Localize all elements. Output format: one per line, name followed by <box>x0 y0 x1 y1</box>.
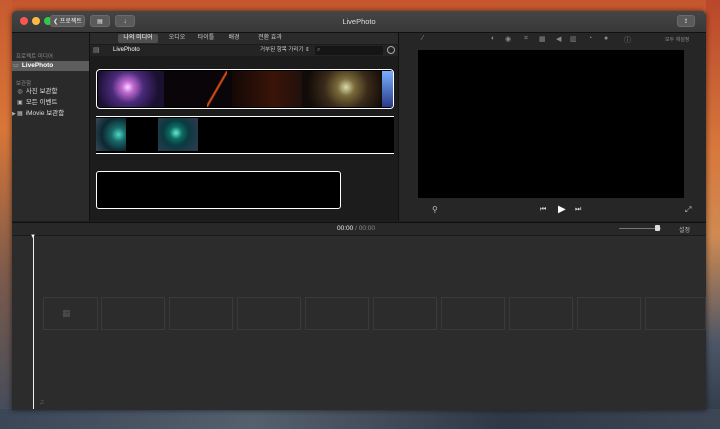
clip-filter-icon[interactable]: ● <box>604 35 608 42</box>
star-icon: ▣ <box>17 100 23 106</box>
timeline-bar: 00:00 / 00:00 설정 <box>12 223 706 236</box>
share-icon: ⇪ <box>683 19 689 25</box>
sidebar-item-label: 모든 이벤트 <box>25 99 58 106</box>
viewer-toolbar: ⁄ ◐ ◉ ⌗ ▦ ◀ ▥ ◔ ● ⓘ 모두 재설정 <box>399 33 706 45</box>
search-field[interactable]: ⌕ <box>315 46 383 55</box>
window-title: LivePhoto <box>342 17 376 26</box>
stabilization-icon[interactable]: ▦ <box>539 35 546 43</box>
sidebar-item-label: LivePhoto <box>21 62 54 69</box>
clip-thumbnail <box>158 118 198 151</box>
updown-chevron-icon: ⇕ <box>305 47 310 53</box>
reset-all-button[interactable]: 모두 재설정 <box>665 36 689 43</box>
noise-reduction-icon[interactable]: ▥ <box>570 35 577 43</box>
imovie-window: ❮ 프로젝트 ▤ ↓ LivePhoto ⇪ 프로젝트 미디어 ▭ LivePh… <box>12 11 706 410</box>
timeline-placeholder: ▦ <box>43 297 98 330</box>
library-title: LivePhoto <box>113 47 140 53</box>
fullscreen-icon[interactable]: ⤢ <box>685 205 691 215</box>
filter-label: 거부된 항목 가리기 <box>260 47 304 53</box>
timeline-placeholder <box>169 297 233 330</box>
timeline-placeholder <box>577 297 641 330</box>
clip-thumbnail <box>382 71 393 107</box>
clip-thumbnail <box>98 71 164 107</box>
desktop-bottom <box>0 409 720 429</box>
sidebar: 프로젝트 미디어 ▭ LivePhoto 보관함 ◎ 사진 보관함 ▣ 모든 이… <box>12 33 90 221</box>
sidebar-item-project[interactable]: ▭ LivePhoto <box>12 61 89 71</box>
library-bar: ▤ LivePhoto 거부된 항목 가리기 ⇕ ⌕ <box>90 45 398 56</box>
sidebar-item-label: 사진 보관함 <box>25 88 58 95</box>
sidebar-item-photos-library[interactable]: ◎ 사진 보관함 <box>16 87 93 97</box>
timeline-placeholder <box>645 297 706 330</box>
sidebar-section-project-media: 프로젝트 미디어 <box>16 54 53 60</box>
zoom-slider-knob[interactable] <box>655 225 660 231</box>
desktop-right <box>706 0 720 429</box>
time-separator: / <box>355 225 357 232</box>
clip-thumbnail <box>207 71 227 107</box>
timeline-placeholder <box>237 297 301 330</box>
tab-audio[interactable]: 오디오 <box>165 34 189 43</box>
music-note-icon: ♫ <box>39 399 45 406</box>
total-time: 00:00 <box>358 225 375 232</box>
tab-transitions[interactable]: 전환 효과 <box>256 34 284 43</box>
timeline-placeholder <box>441 297 505 330</box>
timeline-placeholder <box>509 297 573 330</box>
share-button[interactable]: ⇪ <box>677 15 695 27</box>
timecode: 00:00 / 00:00 <box>337 225 375 232</box>
tab-my-media[interactable]: 나의 미디어 <box>118 34 158 43</box>
color-balance-icon[interactable]: ◐ <box>491 35 495 42</box>
volume-icon[interactable]: ◀ <box>556 35 561 43</box>
sidebar-item-imovie-library[interactable]: ▶▦ iMovie 보관함 <box>12 109 89 119</box>
clip-row-1[interactable] <box>96 69 394 109</box>
timeline-settings-button[interactable]: 설정 <box>679 225 690 234</box>
film-icon: ▦ <box>62 308 71 318</box>
color-correction-icon[interactable]: ◉ <box>505 35 511 43</box>
sidebar-item-all-events[interactable]: ▣ 모든 이벤트 <box>16 98 93 108</box>
crop-icon[interactable]: ⌗ <box>524 35 528 43</box>
sidebar-item-label: iMovie 보관함 <box>25 110 65 117</box>
clip-row-2[interactable] <box>96 116 394 154</box>
film-icon: ▭ <box>13 63 19 69</box>
timeline-placeholder <box>101 297 165 330</box>
browser-settings-icon[interactable] <box>387 46 395 54</box>
clip-row-3[interactable] <box>96 171 341 209</box>
media-browser: 나의 미디어 오디오 타이틀 배경 전환 효과 ▤ LivePhoto 거부된 … <box>90 33 399 221</box>
timeline-placeholder <box>305 297 369 330</box>
tab-backgrounds[interactable]: 배경 <box>223 34 245 43</box>
speed-icon[interactable]: ◔ <box>588 35 592 42</box>
filter-popup[interactable]: 거부된 항목 가리기 ⇕ <box>260 45 310 56</box>
info-icon[interactable]: ⓘ <box>624 35 631 45</box>
current-time: 00:00 <box>337 225 354 232</box>
sidebar-section-libraries: 보관함 <box>16 81 32 87</box>
skip-back-icon[interactable]: ⏮ <box>540 206 546 214</box>
viewer: ⁄ ◐ ◉ ⌗ ▦ ◀ ▥ ◔ ● ⓘ 모두 재설정 ⚲ ⏮ ▶ ⏭ ⤢ <box>399 33 706 221</box>
viewer-screen <box>418 50 684 198</box>
clip-thumbnail <box>302 71 382 107</box>
browser-tabs: 나의 미디어 오디오 타이틀 배경 전환 효과 <box>90 33 398 44</box>
sidebar-toggle-icon[interactable]: ▤ <box>93 45 100 56</box>
tab-titles[interactable]: 타이틀 <box>194 34 218 43</box>
camera-icon: ◎ <box>17 89 23 95</box>
playhead[interactable] <box>33 237 34 409</box>
search-icon: ⌕ <box>317 47 321 53</box>
play-icon[interactable]: ▶ <box>558 204 566 215</box>
skip-forward-icon[interactable]: ⏭ <box>575 206 581 214</box>
clip-thumbnail <box>232 71 302 107</box>
timeline-placeholder <box>373 297 437 330</box>
desktop-left <box>0 0 12 429</box>
title-bar: ❮ 프로젝트 ▤ ↓ LivePhoto ⇪ <box>12 11 706 33</box>
playhead-handle-icon[interactable]: ▼ <box>30 234 36 240</box>
grid-icon: ▦ <box>17 111 23 117</box>
microphone-icon[interactable]: ⚲ <box>432 205 438 214</box>
clip-thumbnail <box>96 118 126 151</box>
magic-wand-icon[interactable]: ⁄ <box>422 35 423 42</box>
timeline: 00:00 / 00:00 설정 ▦ ▼ ♫ <box>12 222 706 410</box>
